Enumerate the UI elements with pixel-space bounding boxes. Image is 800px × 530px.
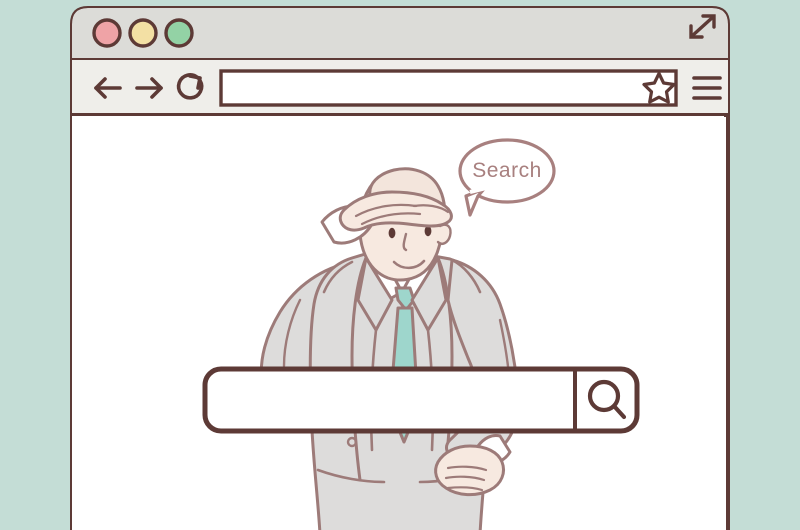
page-content [72,116,724,530]
expand-window-button[interactable] [686,12,720,46]
minimize-button[interactable] [130,20,156,46]
menu-button[interactable] [690,70,726,106]
speech-bubble-text: Search [472,159,542,182]
search-submit-button[interactable] [578,371,636,429]
url-input[interactable] [223,73,677,105]
maximize-button[interactable] [166,20,192,46]
back-button[interactable] [90,72,126,104]
illustration-canvas: Search [0,0,800,530]
close-button[interactable] [94,20,120,46]
forward-button[interactable] [131,72,167,104]
reload-button[interactable] [175,72,209,104]
search-input[interactable] [222,382,566,420]
